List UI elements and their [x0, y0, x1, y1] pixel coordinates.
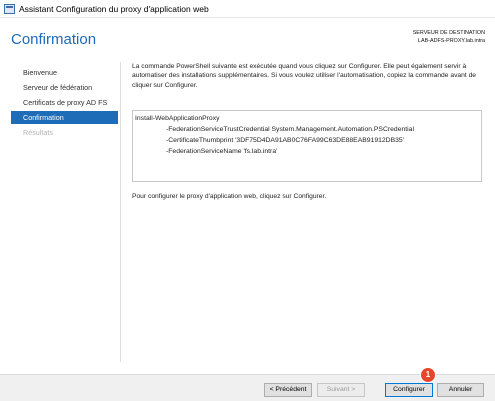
powershell-command-box[interactable]: Install-WebApplicationProxy -FederationS…	[132, 110, 482, 182]
sidebar-item-certificats[interactable]: Certificats de proxy AD FS	[11, 96, 118, 109]
app-window-icon	[4, 3, 15, 14]
command-line-1: Install-WebApplicationProxy	[135, 115, 220, 122]
outro-text: Pour configurer le proxy d'application w…	[132, 193, 327, 200]
sidebar-item-resultats: Résultats	[23, 128, 53, 137]
command-line-2: -FederationServiceTrustCredential System…	[166, 126, 414, 133]
sidebar-item-serveur-federation[interactable]: Serveur de fédération	[11, 81, 118, 94]
command-line-3: -CertificateThumbprint '3DF75D4DA91AB0C7…	[166, 137, 404, 144]
window-titlebar: Assistant Configuration du proxy d'appli…	[0, 0, 495, 18]
destination-server-name: LAB-ADFS-PROXY.lab.intra	[417, 38, 485, 44]
intro-text: La commande PowerShell suivante est exéc…	[132, 63, 477, 89]
window-title: Assistant Configuration du proxy d'appli…	[19, 3, 209, 14]
previous-button[interactable]: < Précédent	[264, 383, 312, 397]
destination-server-info: SERVEUR DE DESTINATION LAB-ADFS-PROXY.la…	[413, 29, 485, 45]
destination-label: SERVEUR DE DESTINATION	[412, 30, 485, 36]
configure-button[interactable]: Configurer	[385, 383, 433, 397]
command-line-4: -FederationServiceName 'fs.lab.intra'	[166, 148, 278, 155]
sidebar-divider	[120, 62, 121, 362]
sidebar-item-confirmation[interactable]: Confirmation	[11, 111, 118, 124]
next-button: Suivant >	[317, 383, 365, 397]
main-content: La commande PowerShell suivante est exéc…	[132, 62, 484, 200]
page-title: Confirmation	[11, 31, 97, 48]
wizard-steps-sidebar: Bienvenue Serveur de fédération Certific…	[0, 62, 120, 362]
wizard-header: Confirmation SERVEUR DE DESTINATION LAB-…	[0, 18, 495, 58]
cancel-button[interactable]: Annuler	[437, 383, 484, 397]
sidebar-item-bienvenue[interactable]: Bienvenue	[11, 66, 118, 79]
step-annotation-badge: 1	[421, 368, 435, 382]
